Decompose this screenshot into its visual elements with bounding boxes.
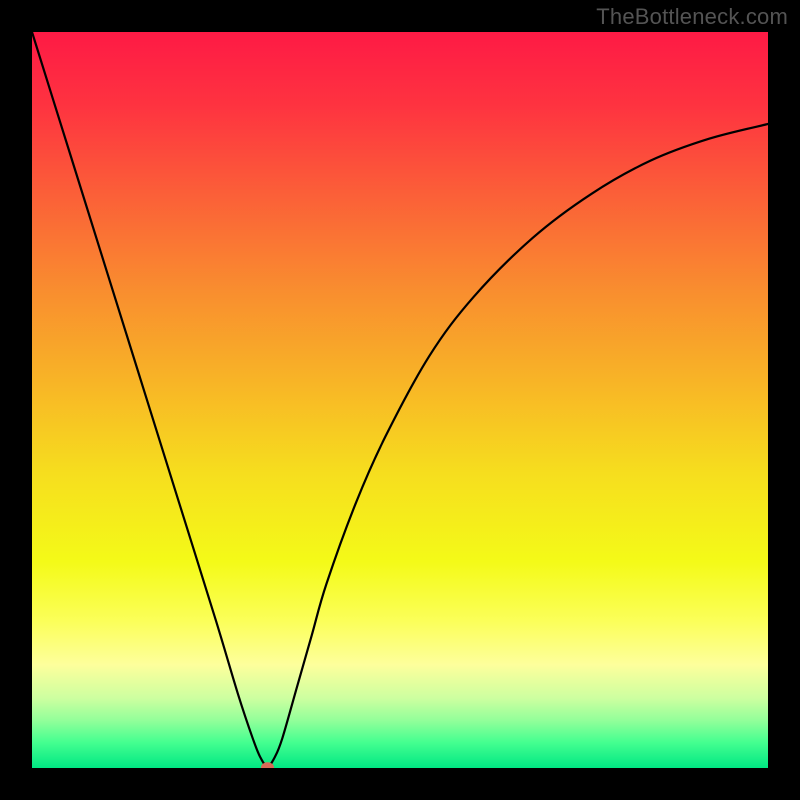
chart-svg bbox=[32, 32, 768, 768]
watermark-text: TheBottleneck.com bbox=[596, 4, 788, 30]
plot-area bbox=[32, 32, 768, 768]
chart-frame: TheBottleneck.com bbox=[0, 0, 800, 800]
